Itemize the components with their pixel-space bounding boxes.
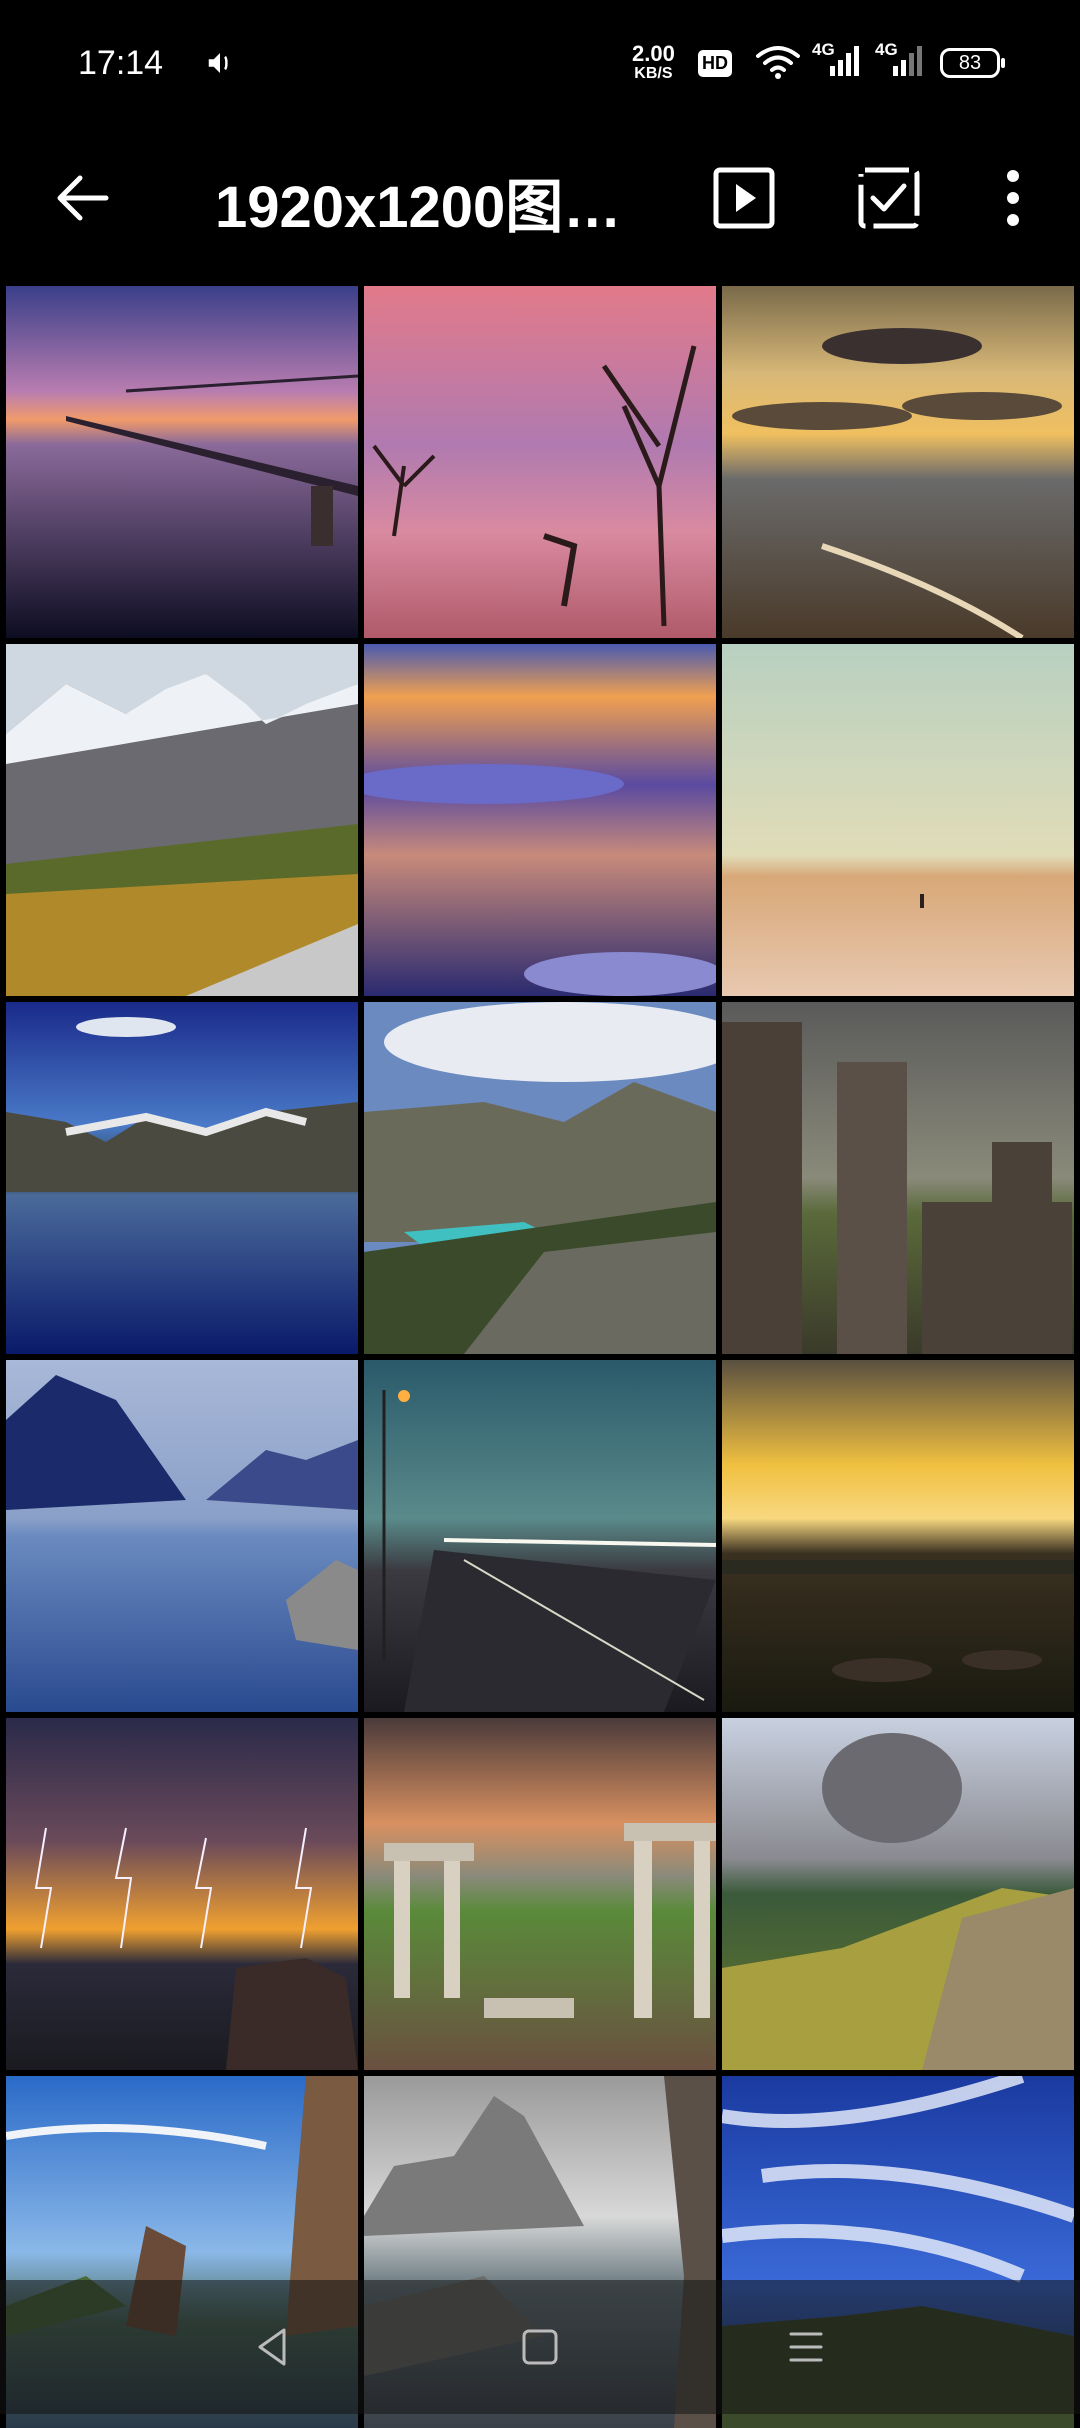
photo-thumbnail[interactable] bbox=[364, 1360, 716, 1712]
status-bar: 17:14 2.00 KB/S HD 4G 4G 83 bbox=[0, 0, 1080, 128]
battery-level: 83 bbox=[958, 52, 982, 74]
status-time: 17:14 bbox=[78, 44, 164, 82]
signal-sim2-icon: 4G bbox=[875, 40, 925, 80]
photo-thumbnail[interactable] bbox=[722, 1718, 1074, 2070]
multi-select-icon[interactable] bbox=[855, 164, 921, 230]
network-speed-unit: KB/S bbox=[634, 65, 673, 82]
photo-thumbnail[interactable] bbox=[6, 286, 358, 638]
more-options-icon[interactable] bbox=[1000, 168, 1026, 228]
app-bar: 1920x1200图… bbox=[0, 128, 1080, 286]
photo-thumbnail[interactable] bbox=[364, 1718, 716, 2070]
photo-thumbnail[interactable] bbox=[6, 1718, 358, 2070]
photo-thumbnail[interactable] bbox=[6, 1002, 358, 1354]
nav-back-icon[interactable] bbox=[250, 2324, 296, 2370]
battery-icon: 83 bbox=[940, 48, 1005, 78]
system-navigation-bar bbox=[0, 2280, 1080, 2414]
photo-thumbnail[interactable] bbox=[6, 1360, 358, 1712]
photo-thumbnail[interactable] bbox=[722, 1002, 1074, 1354]
hd-icon: HD bbox=[698, 50, 732, 77]
photo-thumbnail[interactable] bbox=[722, 1360, 1074, 1712]
photo-thumbnail[interactable] bbox=[364, 644, 716, 996]
slideshow-play-icon[interactable] bbox=[712, 166, 776, 230]
photo-thumbnail[interactable] bbox=[722, 286, 1074, 638]
photo-thumbnail[interactable] bbox=[722, 644, 1074, 996]
network-speed: 2.00 KB/S bbox=[632, 41, 675, 84]
network-speed-value: 2.00 bbox=[632, 41, 675, 66]
photo-thumbnail[interactable] bbox=[364, 286, 716, 638]
volume-icon bbox=[208, 53, 228, 73]
nav-menu-icon[interactable] bbox=[783, 2324, 829, 2370]
wifi-icon bbox=[756, 46, 800, 79]
photo-thumbnail[interactable] bbox=[364, 1002, 716, 1354]
photo-thumbnail[interactable] bbox=[6, 644, 358, 996]
signal-sim1-icon: 4G bbox=[812, 40, 862, 80]
back-arrow-icon[interactable] bbox=[52, 168, 112, 228]
album-title: 1920x1200图… bbox=[215, 175, 622, 240]
nav-home-icon[interactable] bbox=[517, 2324, 563, 2370]
